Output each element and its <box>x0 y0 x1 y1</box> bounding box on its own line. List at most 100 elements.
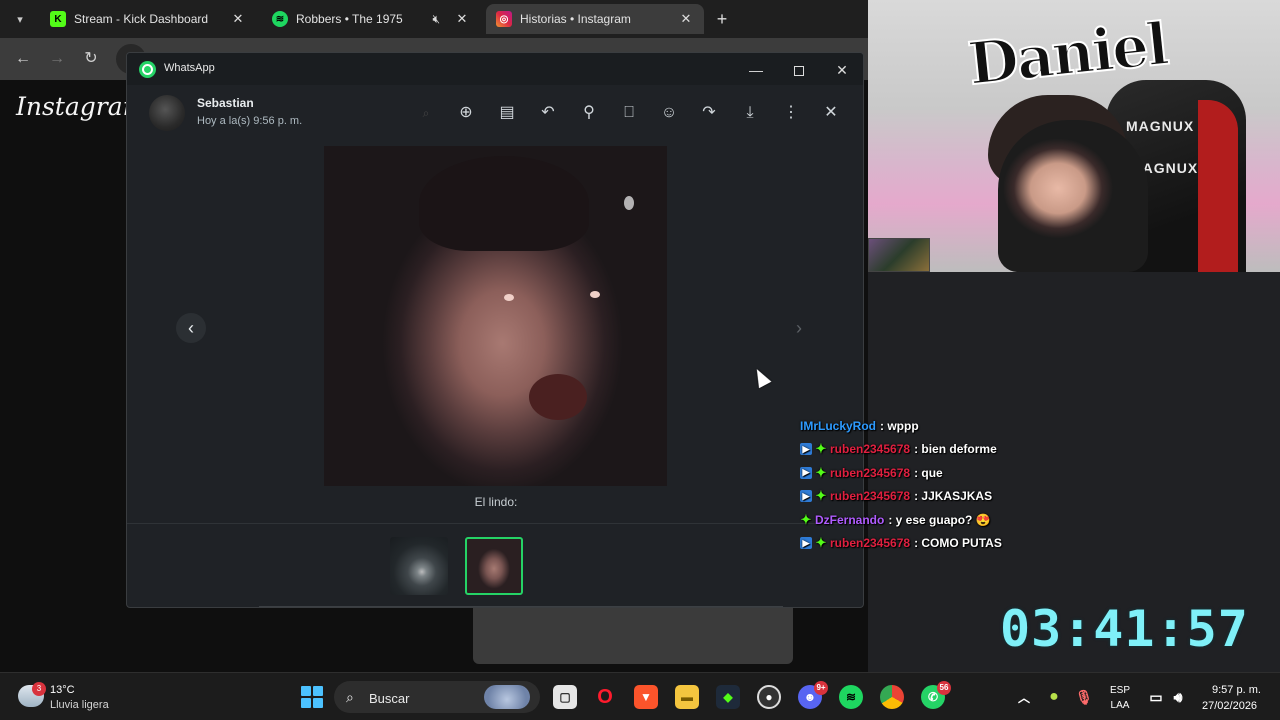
sent-timestamp: Hoy a la(s) 9:56 p. m. <box>197 115 303 127</box>
search-icon: ⌕ <box>422 106 430 120</box>
tab-spotify[interactable]: ≋ Robbers • The 1975 🔇︎ ✕ <box>262 4 480 34</box>
reply-icon[interactable]: ↶ <box>536 101 560 125</box>
tab-kick-dashboard[interactable]: K Stream - Kick Dashboard ✕ <box>40 4 256 34</box>
close-icon[interactable]: ✕ <box>454 11 470 27</box>
language-indicator[interactable]: ESP <box>1106 685 1134 696</box>
muted-speaker-icon[interactable]: 🔇︎ <box>432 12 440 27</box>
taskbar-search[interactable]: ⌕ Buscar <box>334 681 540 713</box>
caption-icon[interactable]: ▤ <box>495 101 519 125</box>
avatar[interactable] <box>149 95 185 131</box>
kick-icon: K <box>50 11 66 27</box>
opera-icon[interactable]: O <box>593 685 617 709</box>
spotify-icon: ≋ <box>272 11 288 27</box>
sub-badge-icon: ▶ <box>800 443 812 456</box>
webcam-overlay: Daniel MAGNUX MAGNUX <box>868 0 1280 272</box>
forward-icon[interactable]: ↷ <box>697 101 721 125</box>
minimize-icon[interactable]: — <box>745 59 767 81</box>
tab-search-chevron-icon[interactable]: ▾ <box>8 8 32 30</box>
chat-message: ▶ ✦ ruben2345678 : bien deforme <box>800 438 1260 462</box>
chat-text: : que <box>914 465 943 480</box>
start-windows-icon[interactable] <box>300 685 324 709</box>
sub-badge-icon: ▶ <box>800 466 812 479</box>
reload-icon[interactable]: ↻ <box>80 48 102 70</box>
thumbnail[interactable] <box>390 537 448 595</box>
tray-app-icon[interactable]: ● <box>1042 685 1066 709</box>
clock-time[interactable]: 9:57 p. m. <box>1212 684 1261 696</box>
clock-date[interactable]: 27/02/2026 <box>1202 700 1257 712</box>
volume-icon[interactable]: 🔊︎ <box>1166 685 1190 709</box>
maximize-icon[interactable] <box>788 59 810 81</box>
spotify-icon[interactable]: ≋ <box>839 685 863 709</box>
sub-badge-icon: ▶ <box>800 490 812 503</box>
kick-studio-icon[interactable]: ◆ <box>716 685 740 709</box>
screen: ▾ K Stream - Kick Dashboard ✕ ≋ Robbers … <box>0 0 1280 720</box>
photo-hair <box>419 156 589 251</box>
streamer <box>998 120 1148 272</box>
zoom-icon[interactable]: ⊕ <box>454 101 478 125</box>
chat-text: : bien deforme <box>914 442 997 457</box>
browser-tabstrip: ▾ K Stream - Kick Dashboard ✕ ≋ Robbers … <box>0 0 868 38</box>
whatsapp-icon[interactable]: ✆ 56 <box>921 681 951 709</box>
network-icon[interactable]: ▭ <box>1144 685 1168 709</box>
sender-name: Sebastian <box>197 96 254 110</box>
tab-instagram[interactable]: ◎ Historias • Instagram ✕ <box>486 4 704 34</box>
kick-badge-icon: ✦ <box>815 441 827 457</box>
file-explorer-icon[interactable]: ▬ <box>675 685 699 709</box>
pin-icon[interactable]: ⚲ <box>577 101 601 125</box>
kick-badge-icon: ✦ <box>800 511 812 527</box>
chat-text: : JJKASJKAS <box>914 489 993 504</box>
new-tab-plus-icon[interactable]: + <box>712 9 732 30</box>
download-icon[interactable]: ⤓ <box>738 101 762 125</box>
close-icon[interactable]: ✕ <box>230 11 246 27</box>
chat-username: IMrLuckyRod <box>800 418 877 433</box>
whatsapp-titlebar: WhatsApp — ✕ <box>127 53 863 85</box>
whatsapp-logo-icon <box>139 61 156 78</box>
chat-text: : y ese guapo? 😍 <box>888 512 991 527</box>
keyboard-layout[interactable]: LAA <box>1106 700 1134 711</box>
chat-overlay: IMrLuckyRod : wppp ▶ ✦ ruben2345678 : bi… <box>800 414 1260 555</box>
thumbnail-selected[interactable] <box>465 537 523 595</box>
photo-light <box>624 196 634 210</box>
scrollbar[interactable] <box>259 606 783 607</box>
photo-mouth <box>529 374 587 420</box>
chat-username: ruben2345678 <box>830 465 911 480</box>
chat-username: DzFernando <box>815 512 885 527</box>
microphone-icon[interactable]: 🎙︎ <box>1072 685 1096 709</box>
chat-message: ✦ DzFernando : y ese guapo? 😍 <box>800 508 1260 532</box>
whatsapp-window: WhatsApp — ✕ Sebastian Hoy a la(s) 9:56 … <box>126 52 864 608</box>
search-highlight-icon <box>484 685 530 709</box>
tab-title: Historias • Instagram <box>520 12 631 26</box>
chat-username: ruben2345678 <box>830 489 911 504</box>
taskbar: 3 13°C Lluvia ligera ⌕ Buscar ▢ O ▼ ▬ ◆ … <box>0 672 1280 720</box>
search-placeholder: Buscar <box>369 691 410 706</box>
chat-message: ▶ ✦ ruben2345678 : COMO PUTAS <box>800 532 1260 556</box>
close-icon[interactable]: ✕ <box>678 11 694 27</box>
more-icon[interactable]: ⋮ <box>779 101 803 125</box>
search-icon: ⌕ <box>346 689 354 705</box>
forward-arrow-icon[interactable]: → <box>46 48 68 70</box>
media-viewer-header: Sebastian Hoy a la(s) 9:56 p. m. ⌕ ⊕ ▤ ↶… <box>127 85 863 141</box>
bookmark-icon[interactable]: ⎕ <box>617 101 641 125</box>
previous-chevron-icon[interactable]: ‹ <box>176 313 206 343</box>
chrome-icon[interactable] <box>880 685 904 709</box>
chair-accent <box>1198 100 1238 272</box>
task-view-icon[interactable]: ▢ <box>553 685 577 709</box>
brave-icon[interactable]: ▼ <box>634 685 658 709</box>
obs-icon[interactable]: ● <box>757 685 781 709</box>
media-photo <box>324 146 667 486</box>
whatsapp-badge: 56 <box>937 681 951 695</box>
tray-chevron-up-icon[interactable]: ︿ <box>1012 685 1036 709</box>
next-chevron-icon[interactable]: › <box>784 313 814 343</box>
instagram-icon: ◎ <box>496 11 512 27</box>
close-icon[interactable]: ✕ <box>819 101 843 125</box>
tab-title: Robbers • The 1975 <box>296 12 403 26</box>
emoji-icon[interactable]: ☺ <box>657 101 681 125</box>
back-arrow-icon[interactable]: ← <box>12 48 34 70</box>
weather-temperature[interactable]: 13°C <box>50 684 75 696</box>
discord-icon[interactable]: ☻ 9+ <box>798 681 828 709</box>
chat-message: IMrLuckyRod : wppp <box>800 414 1260 438</box>
media-caption: El lindo: <box>474 495 518 509</box>
weather-condition[interactable]: Lluvia ligera <box>50 699 109 711</box>
window-close-icon[interactable]: ✕ <box>831 59 853 81</box>
kick-badge-icon: ✦ <box>815 464 827 480</box>
